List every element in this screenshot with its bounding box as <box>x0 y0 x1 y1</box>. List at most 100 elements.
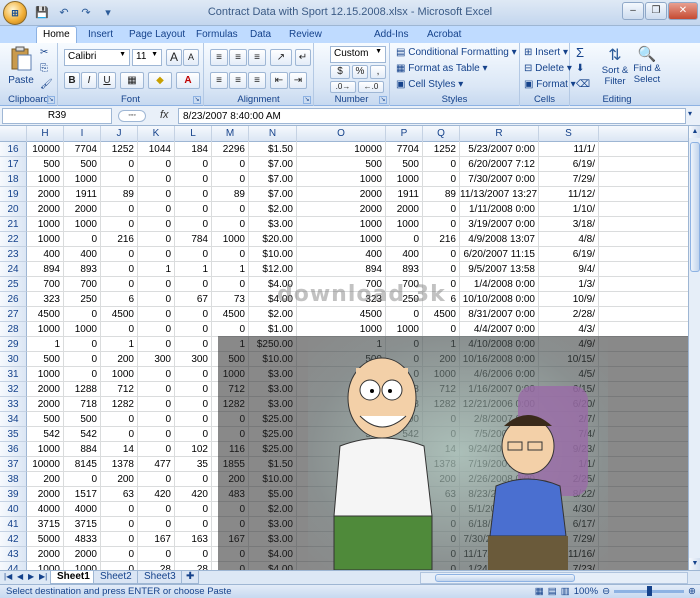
column-header-p[interactable]: P <box>386 126 423 142</box>
cell[interactable]: $4.00 <box>249 562 297 570</box>
column-header-r[interactable]: R <box>460 126 539 142</box>
vertical-scroll-thumb[interactable] <box>690 142 700 272</box>
cell[interactable]: 500 <box>212 352 249 367</box>
cell[interactable]: 1000 <box>27 442 64 457</box>
cell[interactable]: 2000 <box>297 547 386 562</box>
cell[interactable]: 2/25/ <box>539 472 599 487</box>
cell[interactable]: 0 <box>175 517 212 532</box>
cell[interactable]: 420 <box>175 487 212 502</box>
cell[interactable]: 250 <box>64 292 101 307</box>
cell[interactable]: 1282 <box>101 397 138 412</box>
cell[interactable]: 9/23/ <box>539 442 599 457</box>
zoom-in-icon[interactable]: ⊕ <box>688 586 696 597</box>
page-layout-view-icon[interactable]: ▤ <box>548 586 557 597</box>
cell[interactable]: 500 <box>386 157 423 172</box>
row-header[interactable]: 23 <box>0 247 27 262</box>
cell[interactable]: 0 <box>386 472 423 487</box>
cell[interactable]: 1288 <box>64 382 101 397</box>
cell[interactable]: 0 <box>386 367 423 382</box>
alignment-launcher-icon[interactable]: ↘ <box>303 96 311 104</box>
cell[interactable]: 0 <box>212 202 249 217</box>
increase-decimal-icon[interactable]: .0→ <box>330 81 356 93</box>
cell[interactable]: 0 <box>212 517 249 532</box>
cell[interactable]: 0 <box>64 337 101 352</box>
row-header[interactable]: 41 <box>0 517 27 532</box>
cell[interactable]: 1000 <box>64 562 101 570</box>
format-as-table-button[interactable]: ▦ Format as Table ▾ <box>396 63 488 74</box>
cell[interactable]: 0 <box>423 532 460 547</box>
borders-icon[interactable]: ▦ <box>120 72 144 89</box>
sheet-tab-sheet3[interactable]: Sheet3 <box>137 571 183 584</box>
cell[interactable]: 0 <box>101 412 138 427</box>
cell[interactable]: 2000 <box>27 547 64 562</box>
decrease-decimal-icon[interactable]: ←.0 <box>358 81 384 93</box>
cell[interactable]: 4/30/ <box>539 502 599 517</box>
minimize-button[interactable]: – <box>622 2 644 20</box>
row-header[interactable]: 21 <box>0 217 27 232</box>
cell[interactable]: 1378 <box>101 457 138 472</box>
row-header[interactable]: 20 <box>0 202 27 217</box>
cell[interactable]: 1000 <box>27 367 64 382</box>
cell[interactable]: 8/31/2007 0:00 <box>460 307 539 322</box>
cell[interactable]: 14 <box>101 442 138 457</box>
number-format-combo[interactable]: Custom ▼ <box>330 46 386 63</box>
cell[interactable]: 1/1/ <box>539 457 599 472</box>
cell[interactable]: 0 <box>175 187 212 202</box>
wrap-text-icon[interactable]: ↵ <box>295 49 311 66</box>
comma-button[interactable]: , <box>370 65 386 79</box>
cell[interactable]: 4/9/2008 13:07 <box>460 232 539 247</box>
cell[interactable]: 4000 <box>27 502 64 517</box>
cell[interactable]: 1911 <box>386 187 423 202</box>
row-header[interactable]: 24 <box>0 262 27 277</box>
cell[interactable]: 6/20/ <box>539 397 599 412</box>
percent-button[interactable]: % <box>352 65 368 79</box>
cell[interactable]: 7/4/ <box>539 427 599 442</box>
increase-indent-icon[interactable]: ⇥ <box>289 72 307 89</box>
cell[interactable]: $1.50 <box>249 142 297 157</box>
cell[interactable]: 0 <box>64 367 101 382</box>
row-header[interactable]: 43 <box>0 547 27 562</box>
cell[interactable]: 1000 <box>297 442 386 457</box>
cell[interactable]: 0 <box>175 397 212 412</box>
cell[interactable]: 0 <box>138 247 175 262</box>
cell[interactable]: 500 <box>297 157 386 172</box>
cell[interactable]: 11/12/ <box>539 187 599 202</box>
cell[interactable]: 4833 <box>386 532 423 547</box>
cell[interactable]: 0 <box>386 337 423 352</box>
cell[interactable]: 200 <box>423 472 460 487</box>
formula-input[interactable]: 8/23/2007 8:40:00 AM <box>178 108 686 124</box>
row-header[interactable]: 19 <box>0 187 27 202</box>
italic-button[interactable]: I <box>81 72 97 89</box>
tab-add-ins[interactable]: Add-Ins <box>374 28 408 43</box>
cell[interactable]: 0 <box>423 172 460 187</box>
column-header-s[interactable]: S <box>539 126 599 142</box>
cell[interactable]: 1/11/2008 0:00 <box>460 202 539 217</box>
cell[interactable]: 0 <box>423 547 460 562</box>
cell[interactable]: 0 <box>138 337 175 352</box>
cell-styles-button[interactable]: ▣ Cell Styles ▾ <box>396 79 463 90</box>
cell[interactable]: 0 <box>101 517 138 532</box>
cell[interactable]: 0 <box>423 562 460 570</box>
paste-button[interactable]: Paste <box>6 46 36 88</box>
cell[interactable]: 4500 <box>101 307 138 322</box>
cell[interactable]: 542 <box>64 427 101 442</box>
horizontal-scrollbar[interactable] <box>420 572 688 584</box>
cell[interactable]: 63 <box>423 487 460 502</box>
cell[interactable]: 0 <box>175 157 212 172</box>
cell[interactable]: 0 <box>101 547 138 562</box>
cell[interactable]: $4.00 <box>249 292 297 307</box>
cut-icon[interactable]: ✂ <box>40 47 48 58</box>
cell[interactable]: 300 <box>175 352 212 367</box>
cell[interactable]: 3715 <box>386 517 423 532</box>
tab-data[interactable]: Data <box>250 28 271 43</box>
cell[interactable]: 8/22/ <box>539 487 599 502</box>
font-size-combo[interactable]: 11 ▼ <box>132 49 162 66</box>
format-cells-button[interactable]: ▣ Format ▾ <box>524 79 576 90</box>
cell[interactable]: 4000 <box>297 502 386 517</box>
close-button[interactable]: ✕ <box>668 2 698 20</box>
cell[interactable]: 1517 <box>386 487 423 502</box>
prev-sheet-icon[interactable]: ◀ <box>17 572 23 581</box>
cell[interactable]: 0 <box>101 532 138 547</box>
row-header[interactable]: 18 <box>0 172 27 187</box>
copy-icon[interactable]: ⎘ <box>40 63 48 74</box>
